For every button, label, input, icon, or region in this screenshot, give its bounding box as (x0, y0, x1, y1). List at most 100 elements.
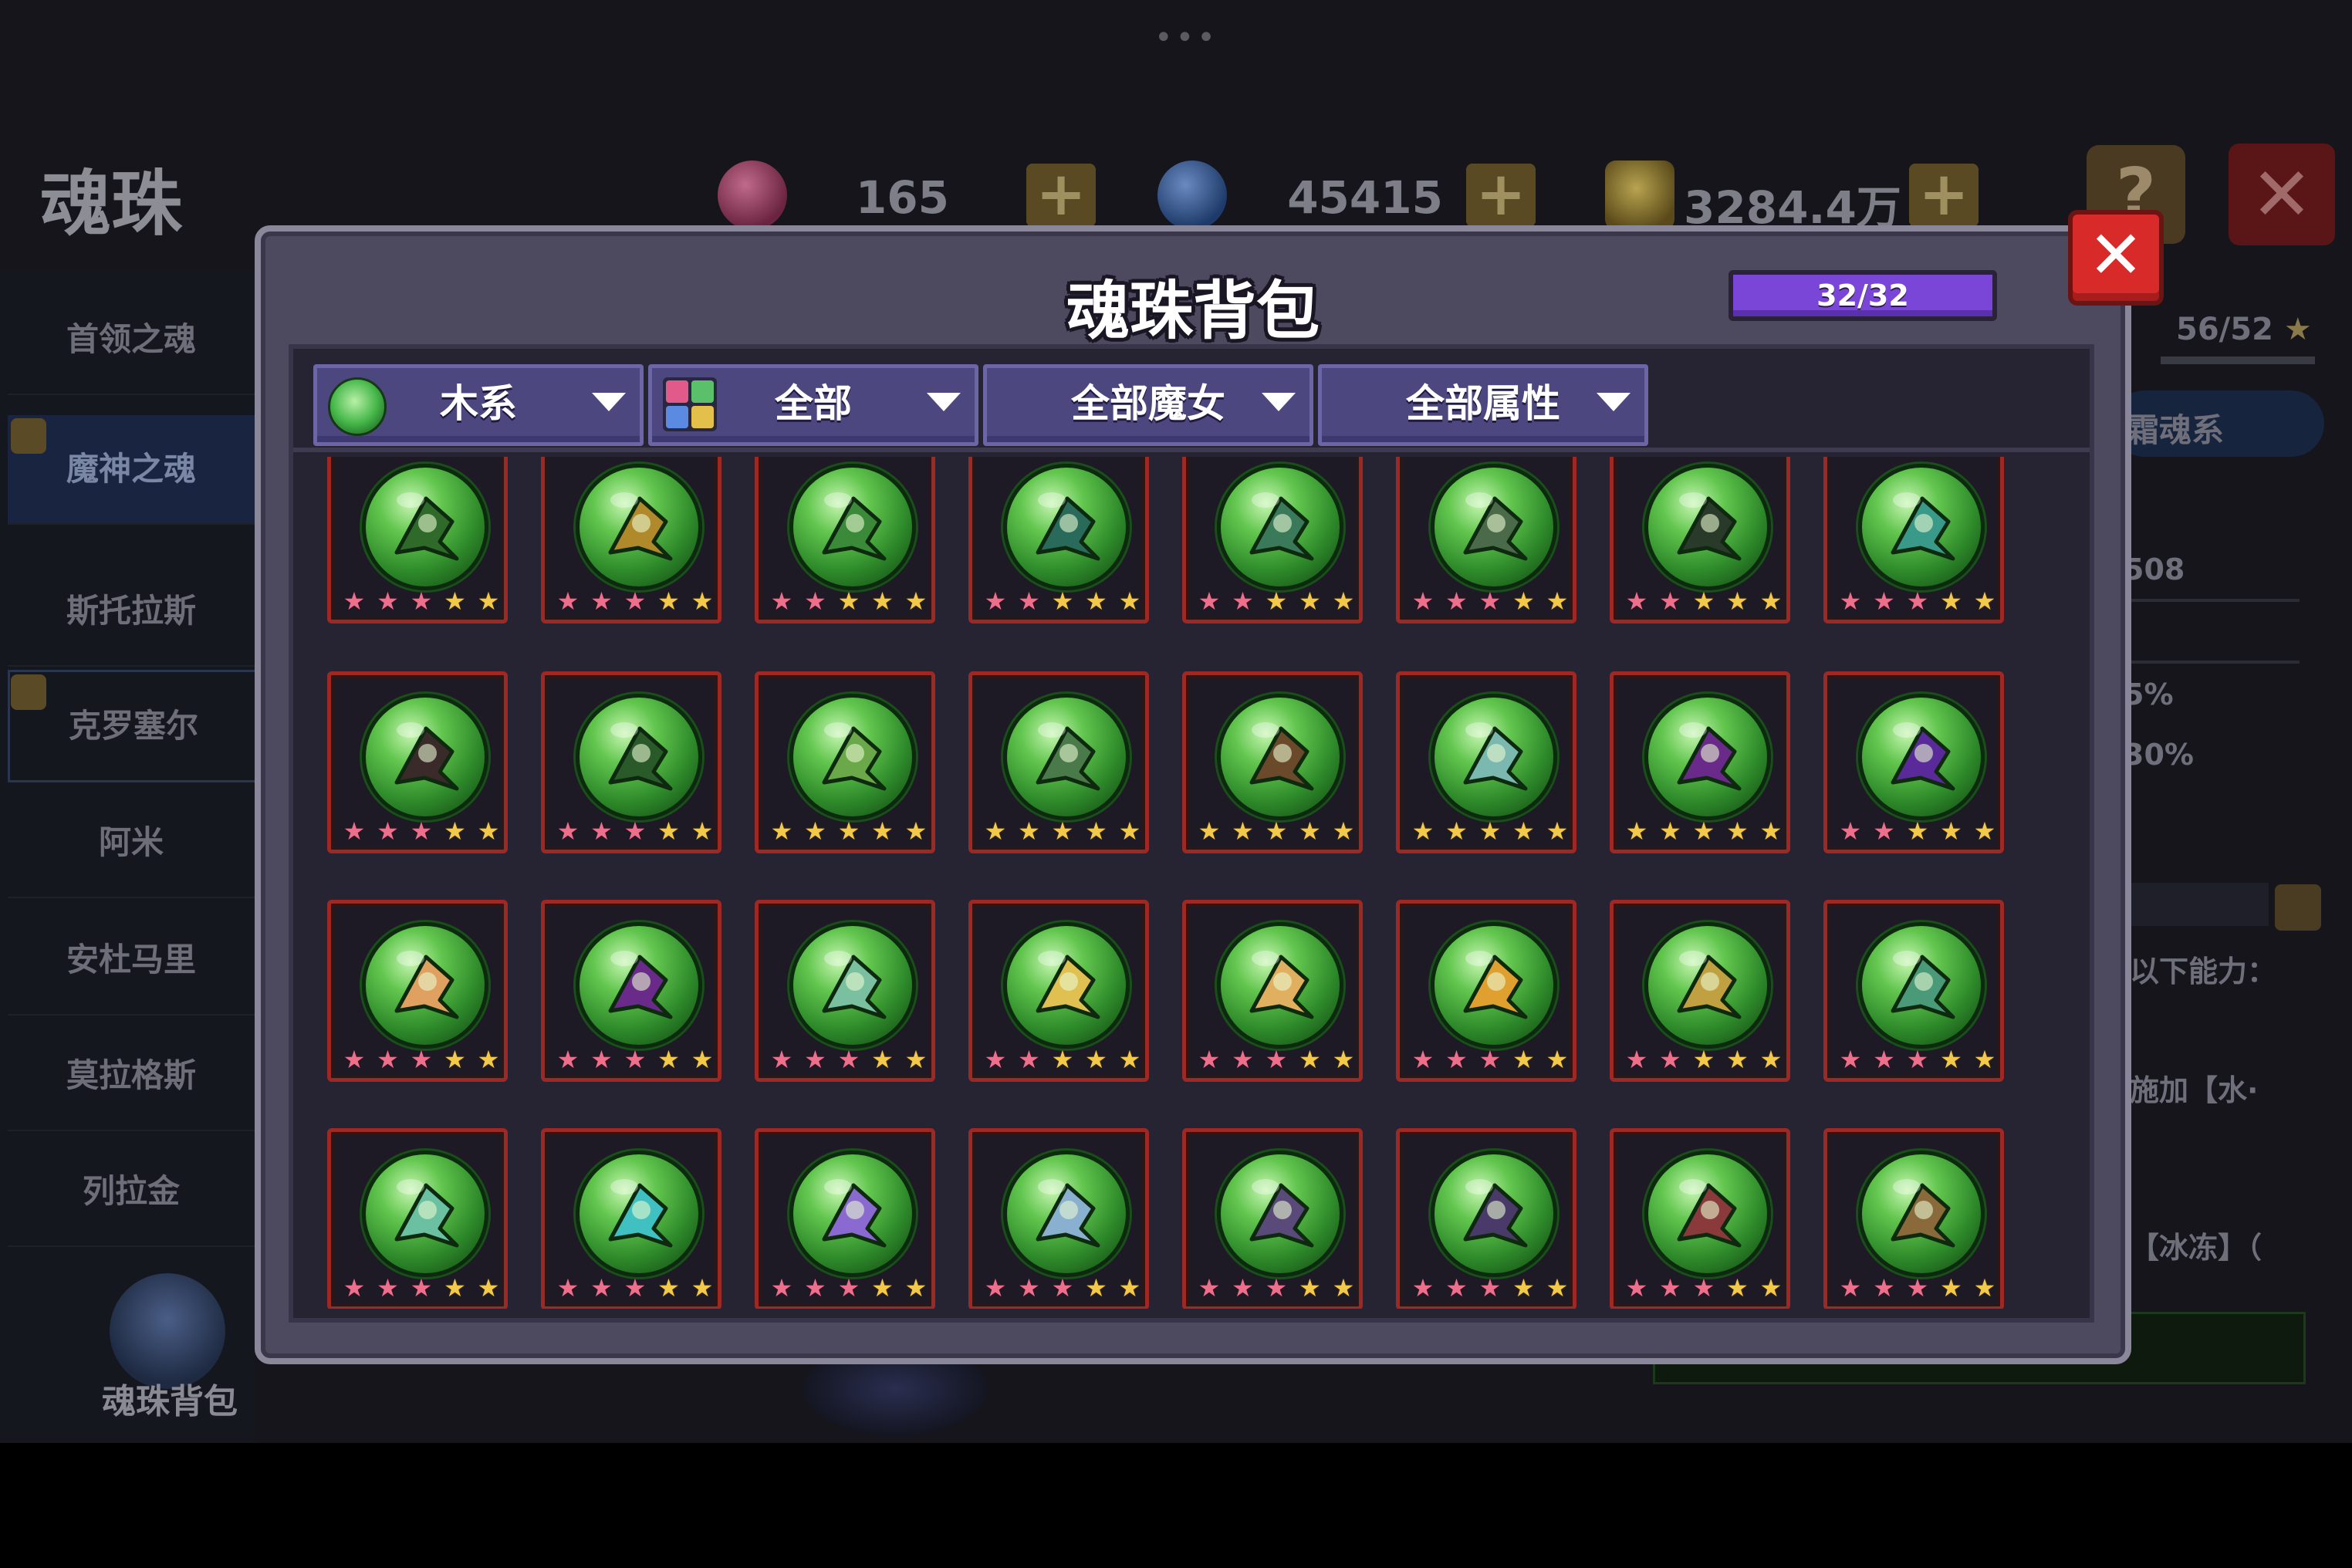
type-filter-dropdown[interactable]: 全部 (648, 364, 978, 446)
soul-orb-slot[interactable]: ★ ★ ★ ★ ★ (968, 457, 1149, 623)
cannon-orb-icon (1644, 464, 1771, 590)
sidebar-item-amy[interactable]: 阿米 (8, 789, 255, 898)
soul-orb-slot[interactable]: ★ ★ ★ ★ ★ (1610, 900, 1790, 1082)
soul-orb-slot[interactable]: ★ ★ ★ ★ ★ (755, 671, 935, 853)
soul-orb-slot[interactable]: ★ ★ ★ ★ ★ (755, 1128, 935, 1309)
soul-orb-slot[interactable]: ★ ★ ★ ★ ★ (968, 900, 1149, 1082)
page-close-button[interactable]: ✕ (2229, 144, 2335, 245)
soul-orb-slot[interactable]: ★ ★ ★ ★ ★ (1182, 457, 1363, 623)
soul-orb-slot[interactable]: ★ ★ ★ ★ ★ (327, 671, 508, 853)
soul-orb-slot[interactable]: ★ ★ ★ ★ ★ (1610, 1128, 1790, 1309)
star-icon: ★ (1940, 816, 1962, 846)
soul-orb-slot[interactable]: ★ ★ ★ ★ ★ (1182, 900, 1363, 1082)
stat-value-1: 508 (2124, 553, 2185, 586)
star-icon: ★ (1118, 586, 1141, 616)
star-icon: ★ (444, 816, 466, 846)
star-icon: ★ (871, 1045, 894, 1074)
stat-value-3: 30% (2124, 738, 2194, 772)
star-icon: ★ (1118, 816, 1141, 846)
star-rating: ★ ★ ★ ★ ★ (1624, 819, 1783, 843)
sidebar-item-stolas[interactable]: 斯托拉斯 (8, 557, 255, 667)
cyan-glow-orb-icon (576, 1151, 702, 1277)
soul-orb-slot[interactable]: ★ ★ ★ ★ ★ (968, 1128, 1149, 1309)
soul-orb-slot[interactable]: ★ ★ ★ ★ ★ (1396, 1128, 1576, 1309)
soul-orb-slot[interactable]: ★ ★ ★ ★ ★ (1396, 900, 1576, 1082)
soul-orb-slot[interactable]: ★ ★ ★ ★ ★ (1823, 671, 2004, 853)
blue-gem-icon (1157, 161, 1227, 230)
soul-orb-slot[interactable]: ★ ★ ★ ★ ★ (1823, 1128, 2004, 1309)
star-icon: ★ (1445, 1273, 1468, 1303)
element-filter-dropdown[interactable]: 木系 (313, 364, 644, 446)
star-icon: ★ (343, 816, 366, 846)
star-icon: ★ (1625, 1273, 1648, 1303)
star-icon: ★ (1906, 816, 1929, 846)
star-rating: ★ ★ ★ ★ ★ (1838, 1047, 1997, 1072)
modal-close-button[interactable]: ✕ (2068, 210, 2164, 306)
star-icon: ★ (984, 1045, 1007, 1074)
star-icon: ★ (1546, 1273, 1569, 1303)
soul-orb-slot[interactable]: ★ ★ ★ ★ ★ (755, 457, 935, 623)
star-icon: ★ (1839, 1273, 1862, 1303)
star-icon: ★ (1973, 1045, 1996, 1074)
soul-orb-slot[interactable]: ★ ★ ★ ★ ★ (1396, 671, 1576, 853)
star-icon: ★ (1332, 1273, 1355, 1303)
star-icon: ★ (1232, 1273, 1254, 1303)
soul-orb-slot[interactable]: ★ ★ ★ ★ ★ (1182, 671, 1363, 853)
star-rating: ★ ★ ★ ★ ★ (1197, 1047, 1356, 1072)
star-icon: ★ (1873, 586, 1895, 616)
star-icon: ★ (770, 586, 793, 616)
star-icon: ★ (1478, 816, 1502, 846)
add-blue-gem-button[interactable]: + (1466, 164, 1536, 227)
soul-orb-slot[interactable]: ★ ★ ★ ★ ★ (1182, 1128, 1363, 1309)
star-icon: ★ (590, 816, 613, 846)
sidebar-item-foras[interactable]: 莫拉格斯 (8, 1022, 255, 1131)
soul-orb-slot[interactable]: ★ ★ ★ ★ ★ (1823, 457, 2004, 623)
soul-orb-slot[interactable]: ★ ★ ★ ★ ★ (1823, 900, 2004, 1082)
soul-orb-slot[interactable]: ★ ★ ★ ★ ★ (327, 1128, 508, 1309)
sidebar-item-boss-soul[interactable]: 首领之魂 (8, 286, 255, 395)
soul-orb-slot[interactable]: ★ ★ ★ ★ ★ (1610, 457, 1790, 623)
soul-bag-icon[interactable] (110, 1273, 225, 1389)
star-icon: ★ (1625, 586, 1648, 616)
star-rating: ★ ★ ★ ★ ★ (983, 819, 1142, 843)
soul-orb-slot[interactable]: ★ ★ ★ ★ ★ (541, 671, 721, 853)
star-icon: ★ (444, 586, 466, 616)
sidebar-item-andromalius[interactable]: 安杜马里 (8, 906, 255, 1015)
capacity-bar: 32/32 (1729, 270, 1997, 321)
sidebar-item-lerajie[interactable]: 列拉金 (8, 1137, 255, 1247)
soul-orb-slot[interactable]: ★ ★ ★ ★ ★ (1396, 457, 1576, 623)
add-gold-button[interactable]: + (1909, 164, 1979, 227)
attribute-filter-dropdown[interactable]: 全部属性 (1318, 364, 1648, 446)
amethyst-blade-orb-icon (1858, 694, 1985, 820)
soul-orb-slot[interactable]: ★ ★ ★ ★ ★ (755, 900, 935, 1082)
crystal-fan-orb-icon (1431, 694, 1557, 820)
star-icon: ★ (1445, 816, 1468, 846)
star-icon: ★ (1726, 586, 1749, 616)
green-scythe-orb-icon (789, 694, 916, 820)
soul-orb-slot[interactable]: ★ ★ ★ ★ ★ (1610, 671, 1790, 853)
star-icon: ★ (1478, 1273, 1502, 1303)
star-icon: ★ (1973, 816, 1996, 846)
star-icon: ★ (984, 1273, 1007, 1303)
skull-staff-orb-icon (1431, 464, 1557, 590)
star-icon: ★ (590, 586, 613, 616)
soul-orb-slot[interactable]: ★ ★ ★ ★ ★ (541, 1128, 721, 1309)
star-icon: ★ (804, 816, 826, 846)
chevron-down-icon (1597, 393, 1631, 411)
star-icon: ★ (1759, 1045, 1783, 1074)
star-icon: ★ (556, 1045, 580, 1074)
add-red-gem-button[interactable]: + (1026, 164, 1096, 227)
soul-orb-slot[interactable]: ★ ★ ★ ★ ★ (327, 900, 508, 1082)
soul-orb-slot[interactable]: ★ ★ ★ ★ ★ (327, 457, 508, 623)
soul-orb-slot[interactable]: ★ ★ ★ ★ ★ (541, 900, 721, 1082)
star-icon: ★ (1299, 1273, 1321, 1303)
star-icon: ★ (1906, 1045, 1929, 1074)
soul-orb-slot[interactable]: ★ ★ ★ ★ ★ (968, 671, 1149, 853)
rose-beast-orb-icon (1644, 1151, 1771, 1277)
star-rating: ★ ★ ★ ★ ★ (342, 1276, 501, 1300)
soul-orb-grid: ★ ★ ★ ★ ★ ★ ★ ★ ★ ★ ★ ★ ★ ★ ★ ★ ★ ★ ★ ★ ★ ★ ★ ★ ★ ★ ★ ★ ★ ★ ★ ★ ★ ★ ★ ★ ★ ★ ★ ★… (327, 457, 2056, 1309)
star-icon: ★ (1085, 816, 1107, 846)
star-icon: ★ (1940, 1045, 1962, 1074)
soul-orb-slot[interactable]: ★ ★ ★ ★ ★ (541, 457, 721, 623)
witch-filter-dropdown[interactable]: 全部魔女 (983, 364, 1313, 446)
